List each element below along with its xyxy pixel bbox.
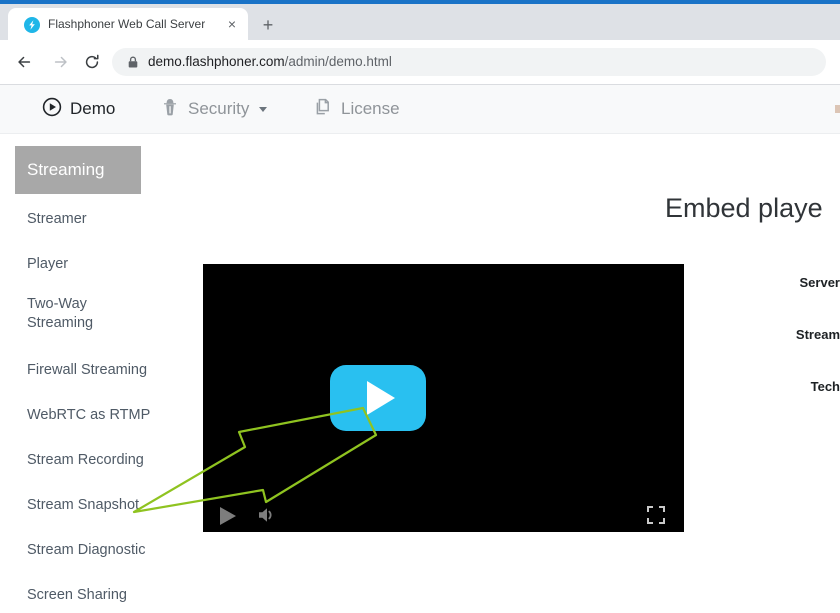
sidebar-item-label: Stream Diagnostic [27,542,146,558]
nav-item-security-label: Security [188,99,250,118]
browser-tab[interactable]: Flashphoner Web Call Server × [8,8,248,40]
sidebar-item-label: Streamer [27,211,87,227]
sidebar-item-streamer[interactable]: Streamer [27,210,87,229]
tab-strip: Flashphoner Web Call Server × + [0,4,840,40]
tab-title: Flashphoner Web Call Server [48,17,206,31]
copy-documents-icon [313,97,333,122]
form-label-server: Server [799,275,840,290]
sidebar-item-player[interactable]: Player [27,255,68,274]
chevron-down-icon [259,106,268,112]
sidebar-item-firewall-streaming[interactable]: Firewall Streaming [27,361,147,380]
detective-icon [160,97,180,122]
back-arrow-icon[interactable] [10,48,38,76]
video-player[interactable] [203,264,684,532]
page-content: Demo Security License Streaming Streamer… [0,85,840,613]
page-title: Embed playe [665,193,823,223]
play-circle-icon [42,97,62,122]
sidebar-item-stream-recording[interactable]: Stream Recording [27,451,144,470]
url-text: demo.flashphoner.com/admin/demo.html [148,48,392,76]
sidebar-item-screen-sharing[interactable]: Screen Sharing [27,586,127,605]
nav-item-demo[interactable]: Demo [42,85,115,133]
flashphoner-logo-icon [24,17,40,33]
fullscreen-icon[interactable] [646,505,666,525]
form-label-stream: Stream [795,327,840,342]
sidebar-item-stream-snapshot[interactable]: Stream Snapshot [27,496,139,515]
sidebar-item-streaming-label: Streaming [27,160,105,179]
nav-item-license-label: License [341,99,400,118]
sidebar-item-stream-diagnostic[interactable]: Stream Diagnostic [27,541,145,560]
nav-item-demo-label: Demo [70,99,116,118]
sidebar-item-label: Stream Snapshot [27,497,140,513]
new-tab-button[interactable]: + [258,16,278,36]
url-domain: demo.flashphoner.com [148,54,285,69]
sidebar-item-label: Two-Way [27,296,87,312]
nav-item-license[interactable]: License [313,85,400,133]
sidebar-item-two-way-streaming[interactable]: Two-Way Streaming [27,295,93,333]
form-label-tech: Tech [810,379,840,394]
address-bar[interactable]: demo.flashphoner.com/admin/demo.html [112,48,826,76]
sidebar-item-label: Screen Sharing [27,587,127,603]
play-icon[interactable] [220,507,236,525]
sidebar-item-label: Player [27,256,69,272]
sidebar-item-webrtc-as-rtmp[interactable]: WebRTC as RTMP [27,406,150,425]
browser-toolbar: demo.flashphoner.com/admin/demo.html [0,40,840,85]
sidebar-item-label: WebRTC as RTMP [27,407,151,423]
lock-icon [126,55,140,69]
site-navbar: Demo Security License [0,85,840,134]
sidebar: Streaming Streamer Player Two-Way Stream… [0,133,190,613]
navbar-overflow-sliver [835,105,840,113]
sidebar-item-label: Stream Recording [27,452,144,468]
sidebar-item-label-line2: Streaming [27,315,94,331]
forward-arrow-icon [47,48,75,76]
nav-item-security[interactable]: Security [160,85,268,133]
browser-window: Flashphoner Web Call Server × + demo.fla… [0,0,840,613]
play-button-icon[interactable] [330,365,426,431]
play-triangle [367,381,395,415]
sidebar-item-streaming[interactable]: Streaming [15,146,141,194]
volume-icon[interactable] [257,506,281,524]
close-icon[interactable]: × [224,16,240,32]
sidebar-item-label: Firewall Streaming [27,362,148,378]
reload-icon[interactable] [78,48,106,76]
url-path: /admin/demo.html [284,54,392,69]
